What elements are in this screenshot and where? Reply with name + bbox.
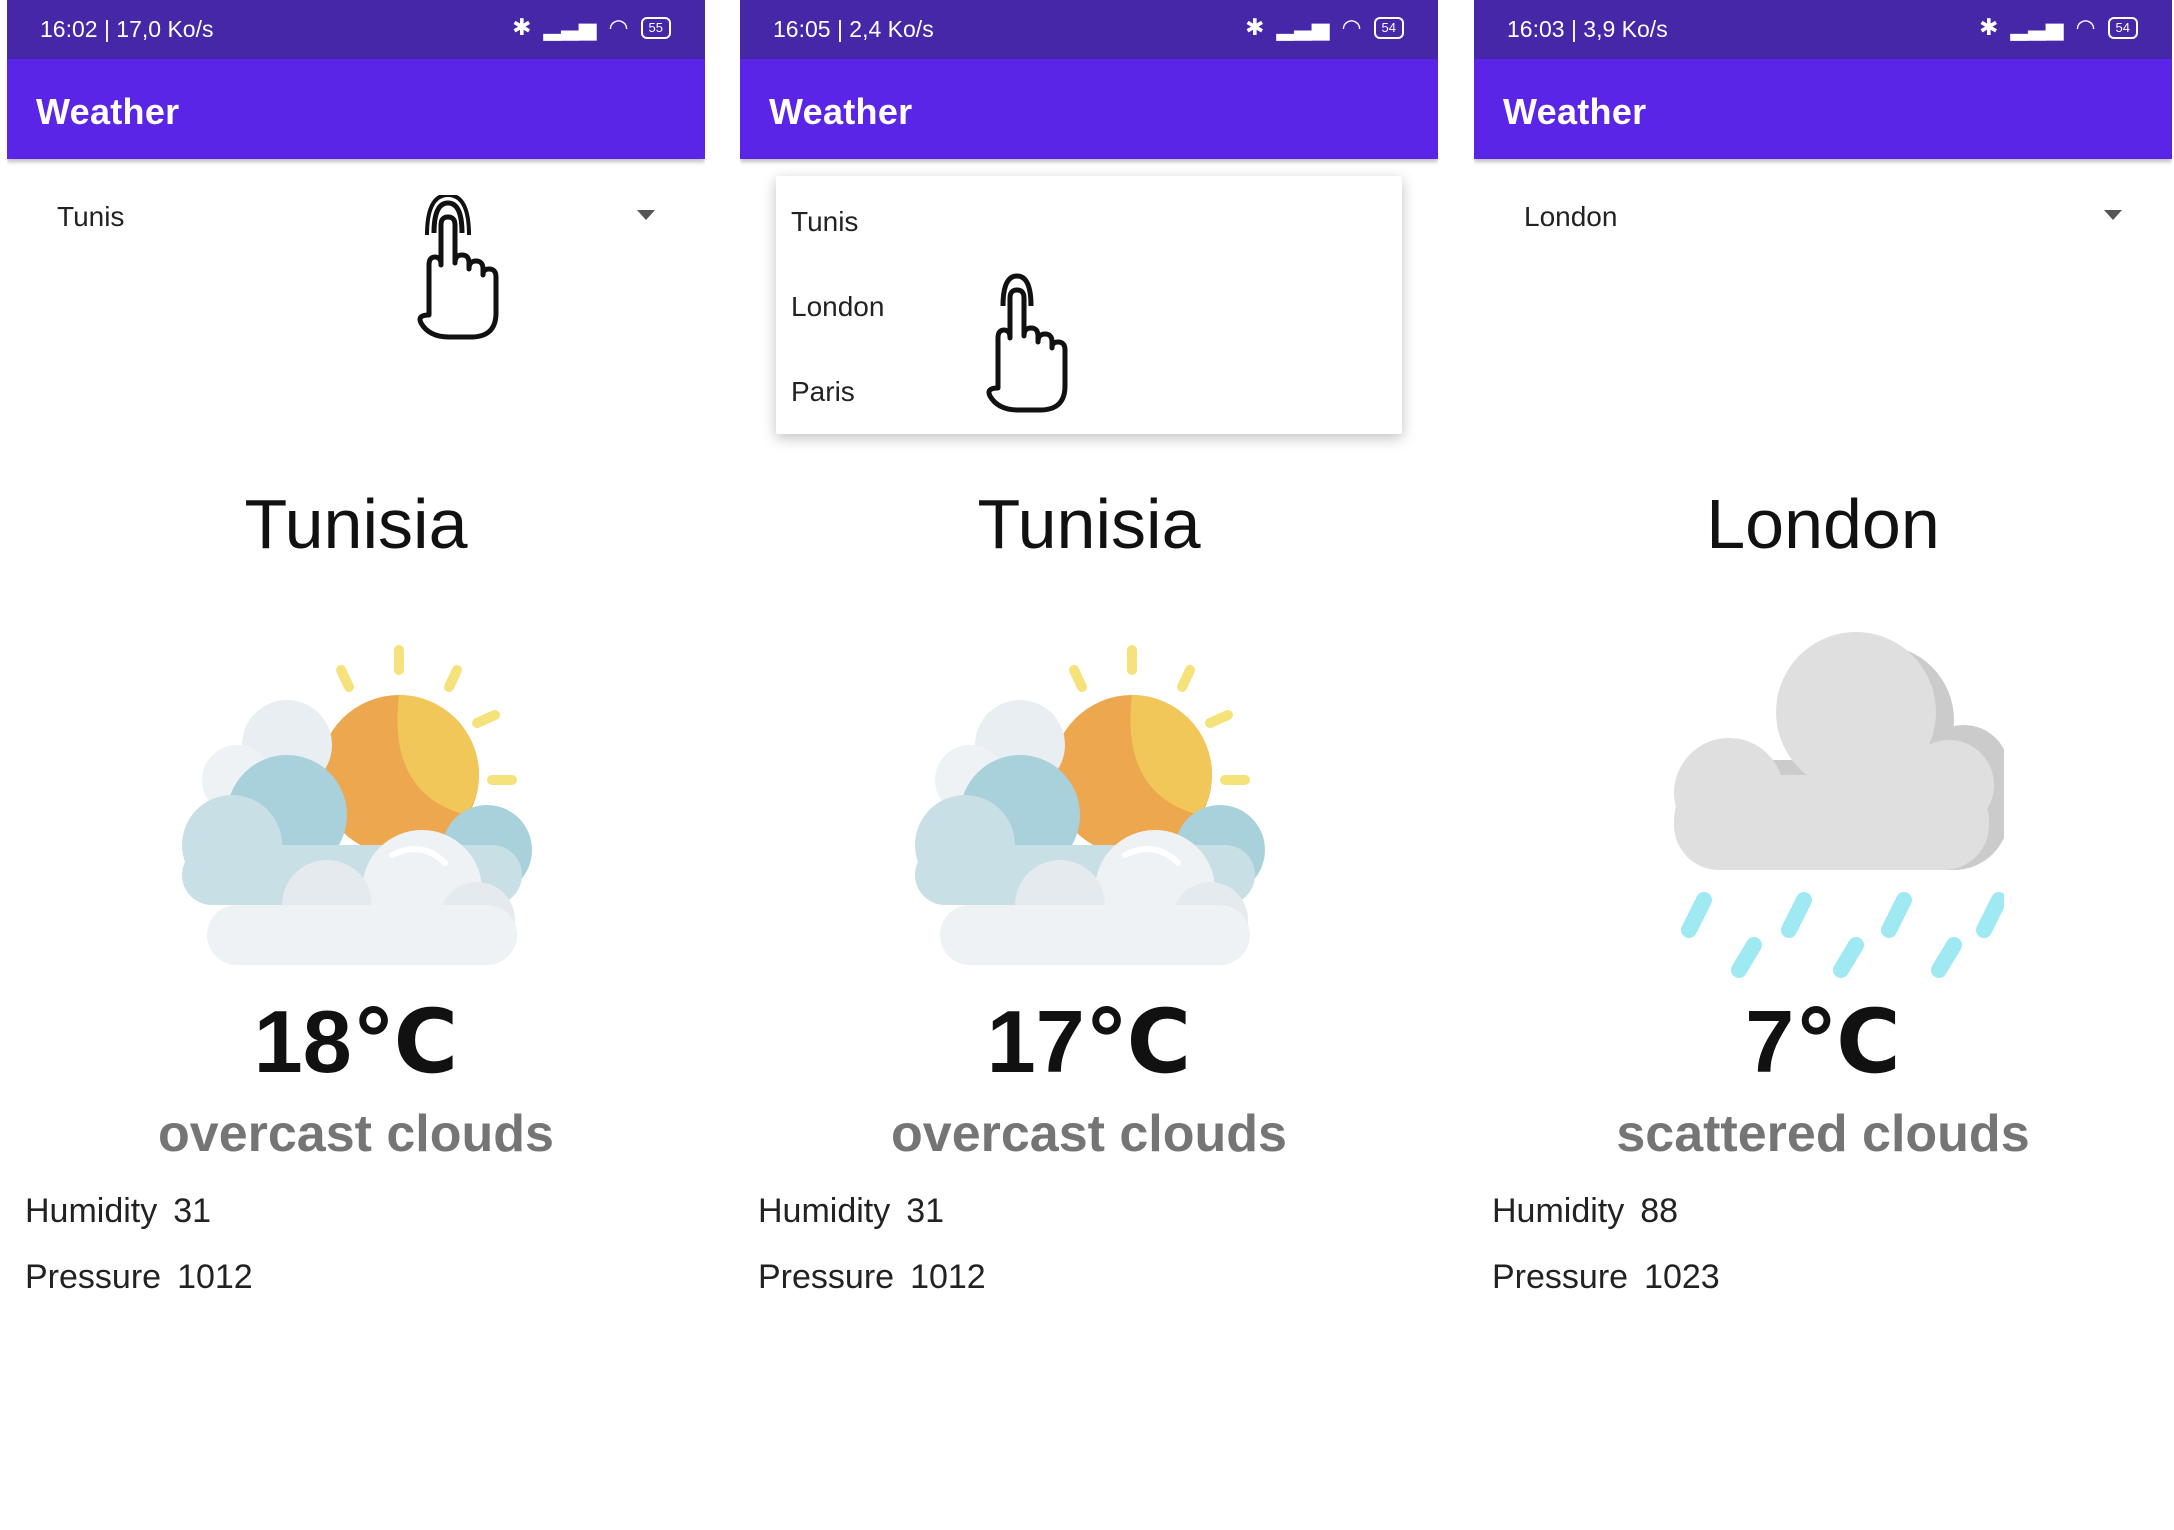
wifi-icon: ◠ (1341, 14, 1362, 40)
screen-1: 16:02 | 17,0 Ko/s ✱ ▂▃▅ ◠ 55 Weather Tun… (7, 0, 705, 1530)
temperature: 7℃ (1745, 992, 1901, 1091)
battery-icon: 54 (1373, 16, 1404, 39)
pressure-label: Pressure (1492, 1258, 1629, 1296)
city-spinner[interactable]: London (1474, 159, 2172, 269)
app-bar: Weather (1474, 59, 2172, 159)
city-spinner[interactable]: Tunis (7, 159, 705, 269)
pressure-row: Pressure 1012 (25, 1258, 253, 1297)
app-title: Weather (769, 91, 913, 132)
pressure-value: 1012 (910, 1258, 986, 1296)
signal-icon: ▂▃▅ (1276, 14, 1330, 40)
sun-behind-clouds-icon (182, 645, 532, 965)
humidity-value: 88 (1640, 1192, 1679, 1230)
spinner-selected-value: London (1524, 201, 1618, 232)
tap-hand-icon (417, 195, 499, 340)
humidity-label: Humidity (25, 1192, 158, 1230)
humidity-label: Humidity (1492, 1192, 1625, 1230)
status-icons: ✱ ▂▃▅ ◠ 54 (1245, 14, 1404, 41)
signal-icon: ▂▃▅ (2010, 14, 2064, 40)
spinner-selected-value: Tunis (57, 201, 125, 232)
humidity-row: Humidity 88 (1492, 1192, 1678, 1231)
battery-icon: 54 (2107, 16, 2138, 39)
pressure-value: 1023 (1644, 1258, 1720, 1296)
humidity-label: Humidity (758, 1192, 891, 1230)
status-icons: ✱ ▂▃▅ ◠ 54 (1979, 14, 2138, 41)
pressure-value: 1012 (177, 1258, 253, 1296)
city-name: Tunisia (244, 485, 468, 563)
dropdown-option-tunis[interactable]: Tunis (791, 206, 858, 238)
status-time-speed: 16:03 | 3,9 Ko/s (1507, 16, 1668, 42)
weather-description: scattered clouds (1616, 1105, 2030, 1163)
humidity-row: Humidity 31 (25, 1192, 211, 1231)
weather-description: overcast clouds (158, 1105, 554, 1163)
wifi-icon: ◠ (608, 14, 629, 40)
humidity-value: 31 (906, 1192, 945, 1230)
temperature: 18℃ (253, 992, 459, 1091)
battery-icon: 55 (640, 16, 671, 39)
status-time-speed: 16:02 | 17,0 Ko/s (40, 16, 214, 42)
status-bar: 16:05 | 2,4 Ko/s ✱ ▂▃▅ ◠ 54 (740, 0, 1438, 59)
status-bar: 16:02 | 17,0 Ko/s ✱ ▂▃▅ ◠ 55 (7, 0, 705, 59)
app-title: Weather (1503, 91, 1647, 132)
status-icons: ✱ ▂▃▅ ◠ 55 (512, 14, 671, 41)
tap-hand-icon (986, 273, 1068, 413)
screen-3: 16:03 | 3,9 Ko/s ✱ ▂▃▅ ◠ 54 Weather Lond… (1474, 0, 2172, 1530)
bluetooth-icon: ✱ (512, 14, 532, 40)
city-name: London (1706, 485, 1940, 563)
pressure-row: Pressure 1012 (758, 1258, 986, 1297)
pressure-label: Pressure (25, 1258, 162, 1296)
status-time-speed: 16:05 | 2,4 Ko/s (773, 16, 934, 42)
app-bar: Weather (7, 59, 705, 159)
city-name: Tunisia (977, 485, 1201, 563)
dropdown-option-london[interactable]: London (791, 291, 884, 323)
sun-behind-clouds-icon (915, 645, 1265, 965)
status-bar: 16:03 | 3,9 Ko/s ✱ ▂▃▅ ◠ 54 (1474, 0, 2172, 59)
bluetooth-icon: ✱ (1979, 14, 1999, 40)
pressure-label: Pressure (758, 1258, 895, 1296)
screen-2: 16:05 | 2,4 Ko/s ✱ ▂▃▅ ◠ 54 Weather Tuni… (740, 0, 1438, 1530)
humidity-value: 31 (173, 1192, 212, 1230)
pressure-row: Pressure 1023 (1492, 1258, 1720, 1297)
weather-description: overcast clouds (891, 1105, 1287, 1163)
app-bar: Weather (740, 59, 1438, 159)
signal-icon: ▂▃▅ (543, 14, 597, 40)
humidity-row: Humidity 31 (758, 1192, 944, 1231)
temperature: 17℃ (986, 992, 1192, 1091)
wifi-icon: ◠ (2075, 14, 2096, 40)
app-title: Weather (36, 91, 180, 132)
dropdown-option-paris[interactable]: Paris (791, 376, 855, 408)
dropdown-arrow-icon[interactable] (2104, 210, 2122, 220)
dropdown-arrow-icon[interactable] (637, 210, 655, 220)
bluetooth-icon: ✱ (1245, 14, 1265, 40)
city-dropdown-menu: Tunis London Paris (776, 176, 1402, 434)
rain-cloud-icon (1674, 632, 2004, 978)
